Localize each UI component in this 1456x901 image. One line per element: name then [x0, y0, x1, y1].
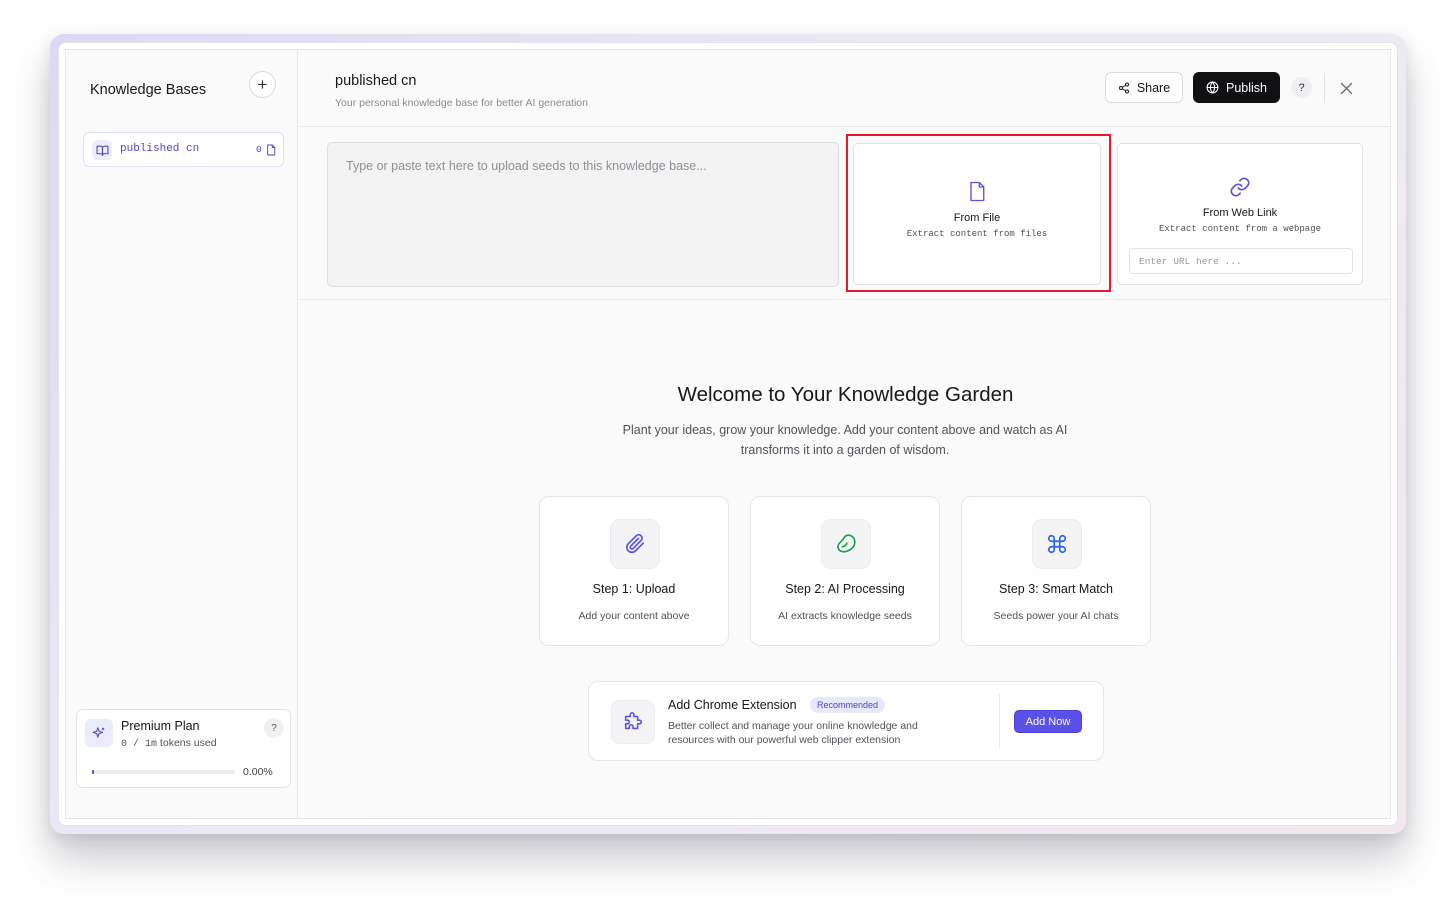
window-frame: Knowledge Bases + published cn 0 Premium…: [50, 34, 1406, 834]
share-label: Share: [1136, 80, 1171, 95]
close-button[interactable]: [1336, 78, 1356, 98]
from-web-link-card[interactable]: From Web Link Extract content from a web…: [1117, 143, 1363, 285]
step-description: Add your content above: [578, 610, 690, 622]
app-container: Knowledge Bases + published cn 0 Premium…: [65, 49, 1391, 819]
chrome-extension-card: Add Chrome Extension Recommended Better …: [588, 681, 1104, 761]
recommended-badge: Recommended: [810, 697, 886, 713]
header-divider: [1324, 73, 1325, 103]
plan-name: Premium Plan: [121, 719, 200, 733]
from-file-title: From File: [953, 212, 1001, 224]
paperclip-icon: [610, 519, 660, 569]
header: published cn Your personal knowledge bas…: [299, 50, 1390, 127]
sparkles-icon: [85, 719, 113, 747]
from-file-card[interactable]: From File Extract content from files: [853, 143, 1101, 285]
sidebar-title: Knowledge Bases: [90, 82, 207, 98]
usage-progress-bar: [92, 770, 235, 774]
page-subtitle: Your personal knowledge base for better …: [335, 97, 588, 109]
step-card-smart-match: Step 3: Smart Match Seeds power your AI …: [961, 496, 1151, 646]
step-title: Step 3: Smart Match: [999, 582, 1113, 596]
usage-progress-fill: [92, 770, 94, 774]
welcome-title: Welcome to Your Knowledge Garden: [677, 383, 1014, 406]
usage-percent: 0.00%: [243, 766, 273, 778]
step-title: Step 2: AI Processing: [785, 582, 905, 596]
welcome-description: Plant your ideas, grow your knowledge. A…: [622, 423, 1068, 457]
token-usage: 0 / 1m tokens used: [121, 737, 217, 750]
link-icon: [1229, 176, 1251, 203]
extension-divider: [999, 694, 1000, 748]
puzzle-icon: [611, 700, 655, 744]
sidebar: Knowledge Bases + published cn 0 Premium…: [66, 50, 298, 818]
from-web-link-subtitle: Extract content from a webpage: [1158, 224, 1322, 234]
extension-title: Add Chrome Extension: [668, 698, 797, 712]
file-icon: [968, 181, 986, 207]
document-icon: [266, 143, 276, 161]
url-input[interactable]: [1129, 248, 1353, 274]
step-description: AI extracts knowledge seeds: [778, 610, 912, 622]
step-card-ai-processing: Step 2: AI Processing AI extracts knowle…: [750, 496, 940, 646]
step-title: Step 1: Upload: [592, 582, 676, 596]
page-title: published cn: [335, 73, 417, 89]
step-card-upload: Step 1: Upload Add your content above: [539, 496, 729, 646]
globe-icon: [1206, 81, 1219, 94]
close-icon: [1340, 82, 1352, 94]
share-icon: [1118, 82, 1129, 93]
add-now-button[interactable]: Add Now: [1014, 710, 1082, 733]
welcome-section: Welcome to Your Knowledge Garden Plant y…: [299, 301, 1390, 818]
step-description: Seeds power your AI chats: [993, 610, 1119, 622]
book-icon: [92, 140, 112, 160]
help-button[interactable]: ?: [1291, 77, 1312, 98]
publish-label: Publish: [1226, 80, 1267, 95]
command-icon: [1032, 519, 1082, 569]
plan-card: Premium Plan 0 / 1m tokens used ? 0.00%: [76, 709, 291, 788]
text-upload-input[interactable]: [327, 142, 839, 287]
extension-description: Better collect and manage your online kn…: [668, 720, 918, 746]
plan-help-button[interactable]: ?: [264, 718, 284, 738]
sidebar-item-published-cn[interactable]: published cn 0: [83, 132, 284, 167]
bean-icon: [821, 519, 871, 569]
sidebar-item-count: 0: [256, 144, 262, 155]
app-window: Knowledge Bases + published cn 0 Premium…: [58, 42, 1398, 826]
publish-button[interactable]: Publish: [1193, 72, 1280, 103]
upload-section: From File Extract content from files Fro…: [299, 128, 1390, 300]
share-button[interactable]: Share: [1105, 72, 1183, 103]
from-file-subtitle: Extract content from files: [906, 229, 1048, 239]
sidebar-item-label: published cn: [120, 143, 200, 155]
add-knowledge-base-button[interactable]: +: [249, 71, 276, 98]
from-web-link-title: From Web Link: [1202, 207, 1278, 219]
